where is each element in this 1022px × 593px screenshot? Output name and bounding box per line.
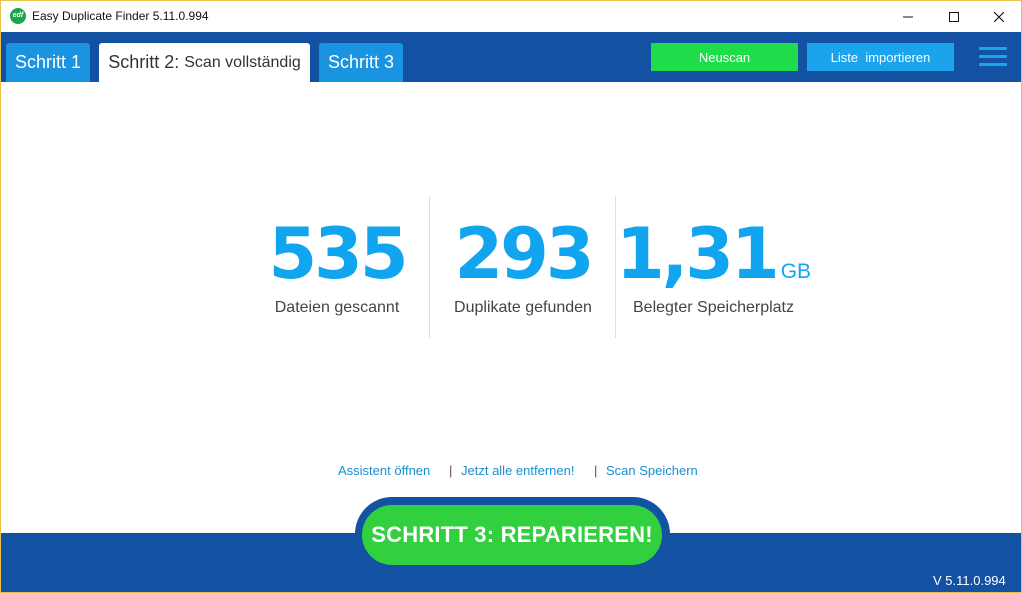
files-scanned-label: Dateien gescannt [274, 299, 400, 316]
space-used-unit: GB [780, 260, 812, 283]
duplicates-found-label: Duplikate gefunden [454, 299, 592, 316]
link-separator: | [449, 463, 453, 478]
action-links: Assistent öffnen | Jetzt alle entfernen!… [1, 463, 1021, 481]
space-used-value: 1,31 [615, 213, 780, 295]
maximize-button[interactable] [931, 1, 977, 32]
open-assistant-link[interactable]: Assistent öffnen [338, 463, 430, 478]
repair-button-label: SCHRITT 3: REPARIEREN! [371, 522, 653, 547]
tab-step-3[interactable]: Schritt 3 [319, 43, 403, 82]
version-label: V 5.11.0.994 [933, 573, 1006, 588]
save-scan-link[interactable]: Scan Speichern [606, 463, 698, 478]
title-bar: edf Easy Duplicate Finder 5.11.0.994 [1, 1, 1021, 32]
stat-space-used: 1,31 GB Belegter Speicherplatz [616, 211, 811, 317]
rescan-button[interactable]: Neuscan [651, 43, 798, 71]
space-used-value-wrap: 1,31 GB [616, 211, 811, 297]
tab-step-1[interactable]: Schritt 1 [6, 43, 90, 82]
space-used-label: Belegter Speicherplatz [633, 299, 794, 316]
hamburger-menu-icon[interactable] [979, 46, 1007, 68]
stat-duplicates-found: 293 Duplikate gefunden [448, 211, 598, 317]
remove-all-link[interactable]: Jetzt alle entfernen! [461, 463, 574, 478]
tab-step-1-label: Schritt 1 [14, 52, 82, 72]
tab-step-2[interactable]: Schritt 2: Scan vollständig [99, 43, 310, 82]
minimize-button[interactable] [885, 1, 931, 32]
window-title: Easy Duplicate Finder 5.11.0.994 [32, 9, 209, 23]
link-separator: | [594, 463, 598, 478]
tab-step-2-status: Scan vollständig [184, 53, 301, 71]
stat-divider [429, 196, 430, 338]
maximize-icon [949, 11, 959, 22]
tab-step-2-label: Schritt 2: [108, 52, 180, 72]
stat-files-scanned: 535 Dateien gescannt [263, 211, 411, 317]
files-scanned-value: 535 [268, 213, 408, 295]
close-button[interactable] [976, 1, 1021, 32]
header-bar: Schritt 1 Schritt 2: Scan vollständig Sc… [1, 32, 1021, 82]
tab-step-3-label: Schritt 3 [327, 52, 395, 72]
import-list-button[interactable]: Liste importieren [807, 43, 954, 71]
minimize-icon [903, 16, 913, 17]
close-icon [994, 11, 1004, 22]
app-window: edf Easy Duplicate Finder 5.11.0.994 Sch… [0, 0, 1022, 593]
import-list-label: Liste importieren [830, 49, 931, 65]
duplicates-found-value: 293 [454, 213, 594, 295]
repair-button[interactable]: SCHRITT 3: REPARIEREN! [362, 505, 662, 565]
app-logo-icon: edf [10, 8, 26, 24]
